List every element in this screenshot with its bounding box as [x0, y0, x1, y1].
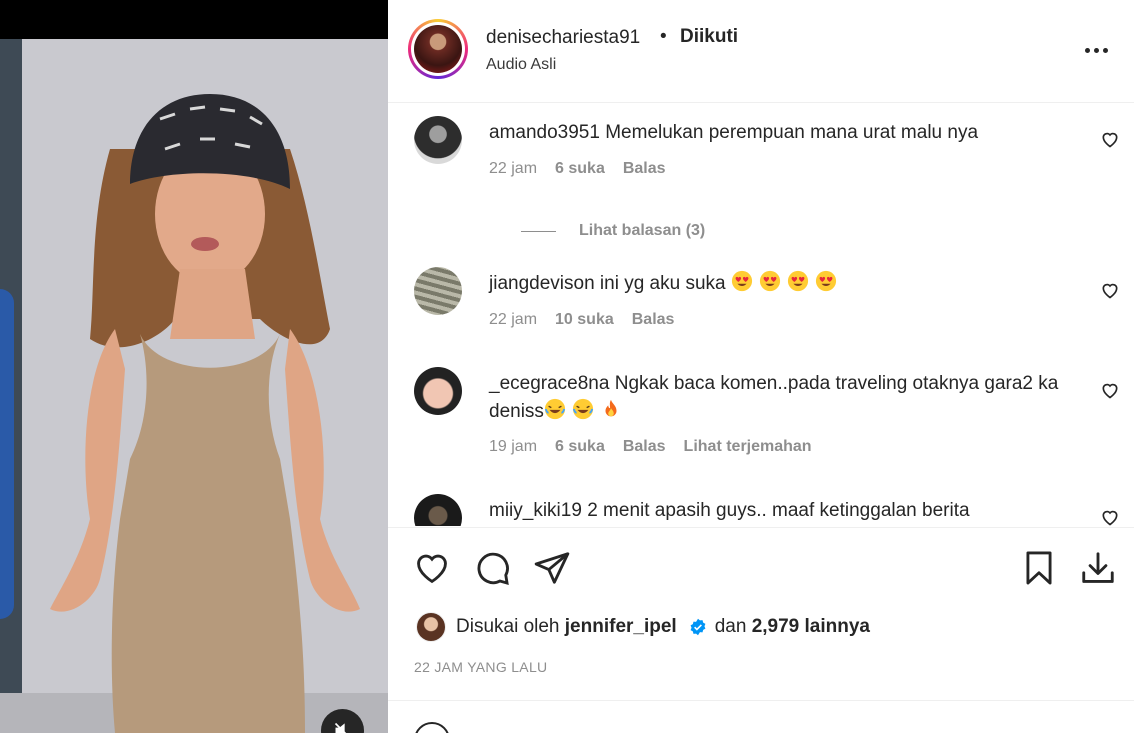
commenter-avatar[interactable]	[414, 267, 462, 315]
comment-list[interactable]: amando3951 Memelukan perempuan mana urat…	[388, 104, 1134, 526]
commenter-username[interactable]: _ecegrace8na	[489, 373, 609, 394]
comment-likes[interactable]: 6 suka	[555, 438, 605, 456]
heart-eyes-emoji-icon	[731, 270, 752, 292]
translate-button[interactable]: Lihat terjemahan	[684, 438, 812, 456]
download-icon[interactable]	[1079, 549, 1117, 587]
video-frame[interactable]	[0, 39, 388, 733]
mute-icon	[334, 722, 347, 733]
header-separator: •	[660, 26, 667, 47]
comment-text: 2 menit apasih guys.. maaf ketinggalan b…	[587, 500, 970, 521]
liker-avatar[interactable]	[416, 612, 446, 642]
reply-button[interactable]: Balas	[623, 438, 666, 456]
author-avatar[interactable]	[408, 19, 468, 79]
commenter-username[interactable]: miiy_kiki19	[489, 500, 582, 521]
comment-icon[interactable]	[473, 549, 511, 587]
add-comment-bar	[388, 700, 1134, 733]
view-replies-label: Lihat balasan (3)	[579, 222, 706, 239]
laughing-tears-emoji-icon	[572, 398, 594, 420]
comment-likes[interactable]: 6 suka	[555, 160, 605, 178]
comment-text: Memelukan perempuan mana urat malu nya	[605, 122, 979, 143]
post-actions	[388, 527, 1134, 607]
comment-time: 22 jam	[489, 160, 538, 177]
comment-time: 19 jam	[489, 438, 538, 455]
like-comment-heart-icon[interactable]	[1100, 129, 1120, 149]
post-panel: denisechariesta91 • Diikuti Audio Asli a…	[388, 0, 1134, 733]
reply-button[interactable]: Balas	[632, 311, 675, 329]
laughing-tears-emoji-icon	[544, 398, 566, 420]
heart-eyes-emoji-icon	[815, 270, 836, 292]
share-icon[interactable]	[533, 549, 571, 587]
likes-count[interactable]: 2,979 lainnya	[752, 616, 870, 638]
likes-summary: Disukai oleh jennifer_ipel dan 2,979 lai…	[416, 612, 870, 642]
comment-likes[interactable]: 10 suka	[555, 311, 614, 329]
fire-emoji-icon	[605, 399, 617, 417]
audio-label[interactable]: Audio Asli	[486, 56, 556, 74]
post-header: denisechariesta91 • Diikuti Audio Asli	[388, 0, 1134, 103]
like-comment-heart-icon[interactable]	[1100, 380, 1120, 400]
post-timestamp[interactable]: 22 JAM YANG LALU	[414, 659, 547, 675]
more-options-button[interactable]	[1081, 38, 1111, 62]
like-comment-heart-icon[interactable]	[1100, 280, 1120, 300]
bookmark-icon[interactable]	[1020, 549, 1058, 587]
emoji-icon[interactable]	[414, 722, 450, 733]
heart-eyes-emoji-icon	[759, 270, 780, 292]
commenter-avatar[interactable]	[414, 367, 462, 415]
heart-eyes-emoji-icon	[787, 270, 808, 292]
likes-prefix: Disukai oleh	[456, 616, 560, 637]
heart-icon[interactable]	[413, 549, 451, 587]
likes-and: dan	[714, 616, 747, 637]
comment-item: jiangdevison ini yg aku suka 22 jam 10 s…	[414, 267, 1118, 347]
video-player[interactable]	[0, 0, 388, 733]
comment-item: _ecegrace8na Ngkak baca komen..pada trav…	[414, 367, 1118, 477]
verified-icon	[690, 618, 706, 636]
comment-item: miiy_kiki19 2 menit apasih guys.. maaf k…	[414, 494, 1118, 526]
commenter-username[interactable]: jiangdevison	[489, 273, 595, 294]
commenter-avatar[interactable]	[414, 116, 462, 164]
like-comment-heart-icon[interactable]	[1100, 507, 1120, 526]
reply-button[interactable]: Balas	[623, 160, 666, 178]
comment-item: amando3951 Memelukan perempuan mana urat…	[414, 116, 1118, 256]
following-button[interactable]: Diikuti	[680, 26, 738, 48]
commenter-avatar[interactable]	[414, 494, 462, 526]
author-username[interactable]: denisechariesta91	[486, 27, 640, 49]
commenter-username[interactable]: amando3951	[489, 122, 600, 143]
comment-time: 22 jam	[489, 311, 538, 328]
liker-username[interactable]: jennifer_ipel	[565, 616, 677, 638]
view-replies-button[interactable]: Lihat balasan (3)	[521, 222, 705, 240]
more-icon	[1084, 47, 1090, 53]
video-person	[50, 94, 360, 733]
comment-text: ini yg aku suka	[599, 273, 726, 294]
